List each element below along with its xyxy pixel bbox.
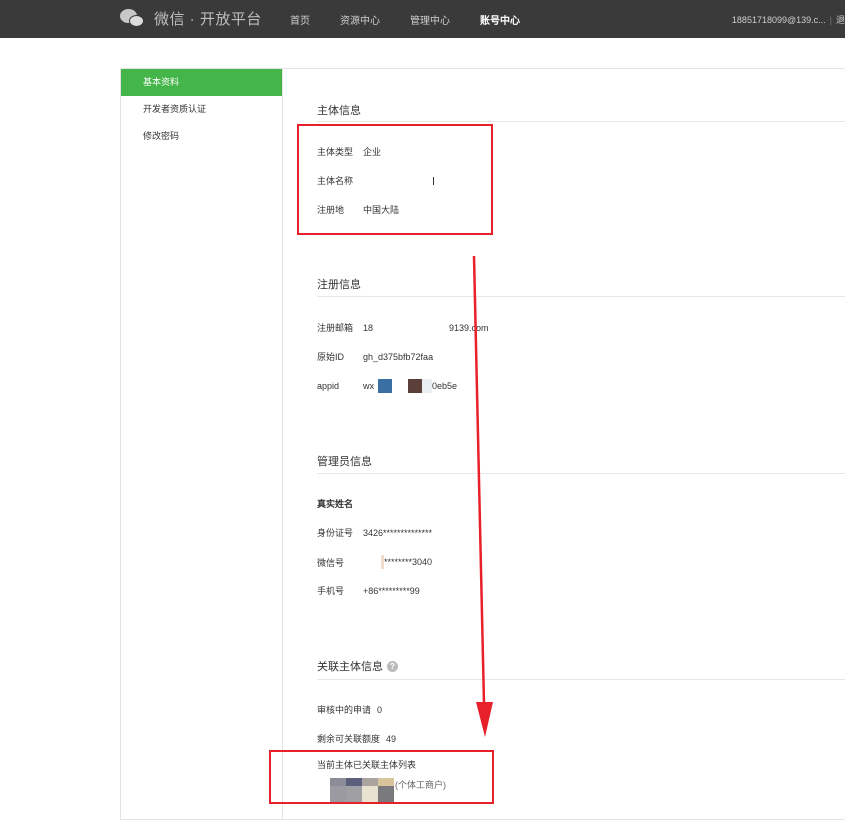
annotation-arrow-icon	[472, 255, 493, 737]
